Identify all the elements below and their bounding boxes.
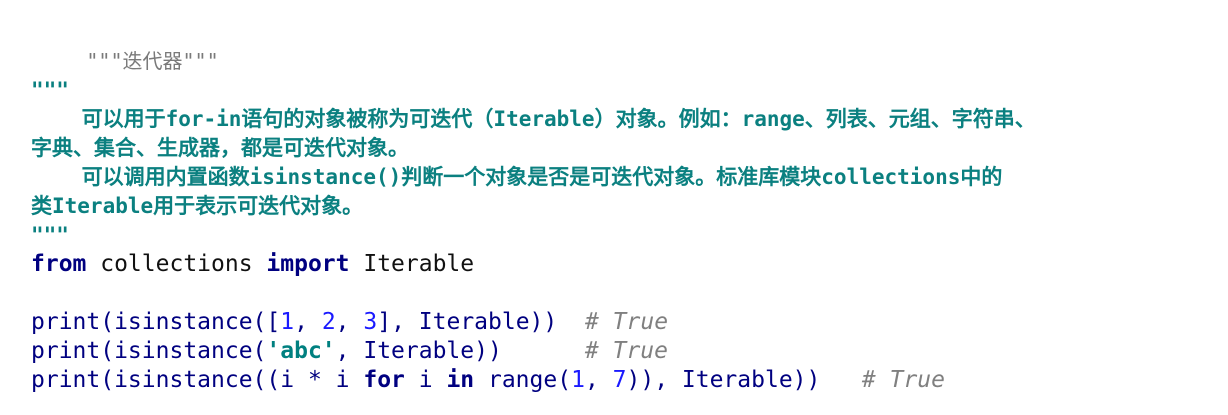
keyword-from: from [31, 251, 87, 277]
print-call: print(isinstance((i * i [31, 367, 364, 393]
separator: , [584, 367, 613, 393]
import-line: from collections import Iterable [31, 250, 1218, 279]
print-line-1: print(isinstance([1, 2, 3], Iterable)) #… [31, 308, 1218, 337]
separator: , [294, 309, 322, 335]
call-rest: ], Iterable)) [377, 309, 585, 335]
docstring-line-3: 可以调用内置函数isinstance()判断一个对象是否是可迭代对象。标准库模块… [31, 165, 1003, 189]
imported-name: Iterable [349, 251, 475, 277]
docstring-title: """迭代器""" [86, 49, 219, 73]
range-call: range( [474, 367, 572, 393]
number-literal: 1 [571, 367, 585, 393]
number-literal: 7 [612, 367, 627, 393]
print-line-2: print(isinstance('abc', Iterable)) # Tru… [31, 337, 1218, 366]
string-literal: 'abc' [266, 338, 336, 364]
call-rest: )), Iterable)) [626, 367, 862, 393]
number-literal: 2 [321, 309, 336, 335]
code-editor[interactable]: """迭代器""" """ 可以用于for-in语句的对象被称为可迭代（Iter… [31, 18, 1218, 415]
docstring-line-4: 类Iterable用于表示可迭代对象。 [31, 194, 364, 218]
docstring-line-1: 可以用于for-in语句的对象被称为可迭代（Iterable）对象。例如：ran… [31, 107, 1036, 131]
keyword-import: import [266, 251, 350, 277]
call-rest: , Iterable)) [335, 338, 585, 364]
separator: , [335, 309, 364, 335]
loop-var: i [404, 367, 447, 393]
module-name: collections [86, 251, 267, 277]
comment: # True [584, 338, 668, 364]
comment: # True [861, 367, 945, 393]
print-line-3: print(isinstance((i * i for i in range(1… [31, 366, 1218, 395]
number-literal: 1 [280, 309, 295, 335]
print-call: print(isinstance([ [31, 309, 281, 335]
print-call: print(isinstance( [31, 338, 267, 364]
docstring-line-2: 字典、集合、生成器，都是可迭代对象。 [31, 136, 409, 160]
code-line-1: """迭代器""" [31, 18, 1218, 73]
keyword-in: in [446, 367, 475, 393]
docstring-close: """ [31, 223, 69, 247]
docstring-open: """ [31, 78, 69, 102]
number-literal: 3 [363, 309, 378, 335]
keyword-for: for [363, 367, 405, 393]
comment: # True [584, 309, 669, 335]
